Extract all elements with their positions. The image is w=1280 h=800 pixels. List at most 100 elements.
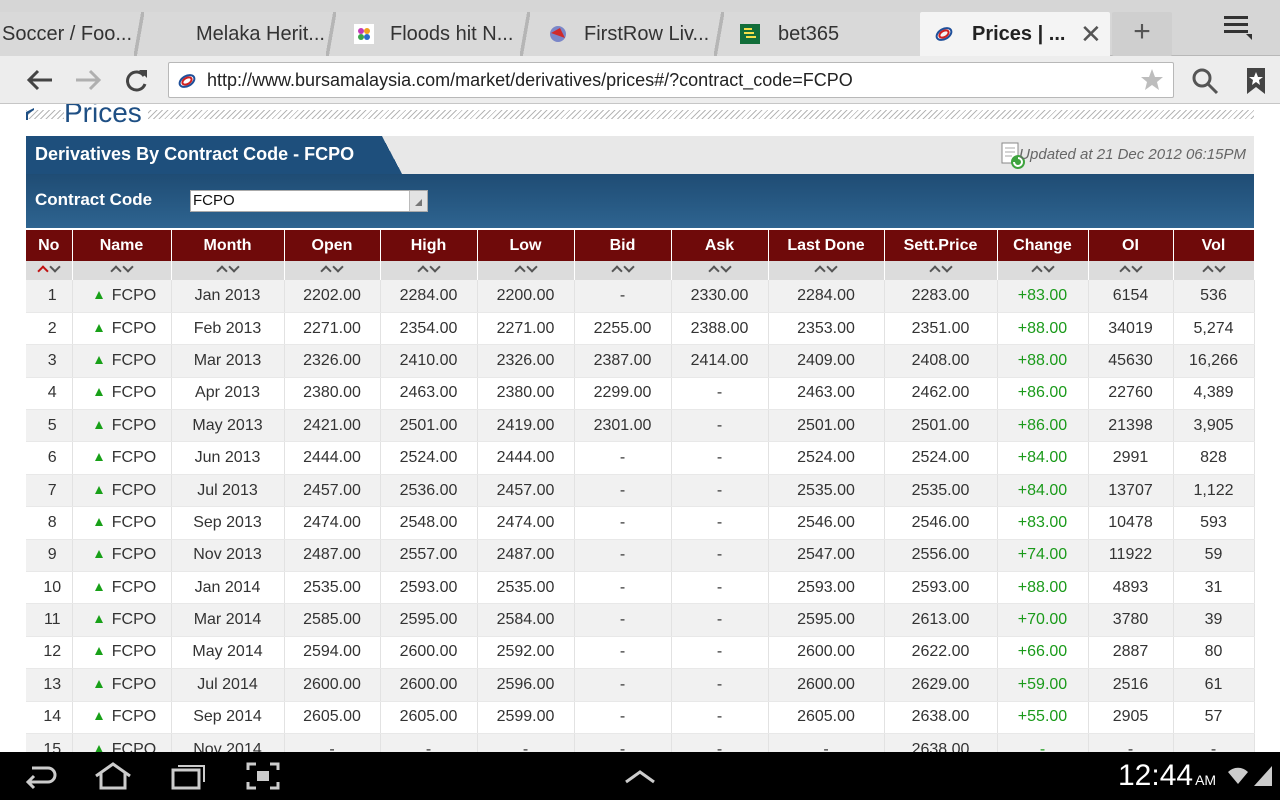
tab-prices[interactable]: Prices | ... ✕ xyxy=(920,12,1110,56)
tab-title: Prices | ... xyxy=(972,23,1066,45)
clock: 12:44 AM xyxy=(1118,756,1216,800)
table-row: 6 FCPO Jun 2013 2444.00 2524.00 2444.00- -2524… xyxy=(26,441,1255,475)
table-cell: - xyxy=(671,571,769,605)
contract-name-cell: FCPO xyxy=(72,441,172,475)
column-header[interactable]: High xyxy=(380,230,478,261)
table-cell: 2326.00 xyxy=(477,344,575,378)
table-cell: 10478 xyxy=(1088,506,1174,540)
table-cell: - xyxy=(574,701,672,734)
table-cell: 2546.00 xyxy=(884,506,998,540)
contract-name: FCPO xyxy=(111,286,157,304)
table-cell: - xyxy=(671,409,769,443)
column-header[interactable]: No xyxy=(26,230,73,261)
table-cell: 31 xyxy=(1173,571,1255,605)
column-header[interactable]: Open xyxy=(284,230,381,261)
table-cell: 2462.00 xyxy=(884,377,998,411)
column-header[interactable]: Bid xyxy=(574,230,672,261)
table-cell: 2271.00 xyxy=(284,312,381,346)
close-tab-icon[interactable]: ✕ xyxy=(1080,12,1102,56)
table-cell: +59.00 xyxy=(997,668,1089,702)
bet365-favicon-icon xyxy=(740,24,760,44)
column-header[interactable]: Low xyxy=(477,230,575,261)
table-row: 8 FCPO Sep 2013 2474.00 2548.00 2474.00- -2546… xyxy=(26,506,1255,540)
sort-arrows-icon[interactable] xyxy=(926,260,956,277)
table-cell: 2991 xyxy=(1088,441,1174,475)
table-cell: Mar 2014 xyxy=(171,603,285,637)
table-cell: 2284.00 xyxy=(768,280,885,313)
sort-arrows-icon[interactable] xyxy=(1199,260,1229,277)
table-cell: 2594.00 xyxy=(284,636,381,670)
screenshot-icon[interactable] xyxy=(246,762,280,790)
column-header[interactable]: Name xyxy=(72,230,172,261)
table-row: 9 FCPO Nov 2013 2487.00 2557.00 2487.00- -2547… xyxy=(26,539,1255,573)
page-title: Prices xyxy=(64,104,148,128)
new-tab-button[interactable]: + xyxy=(1112,12,1172,56)
sort-arrows-icon[interactable] xyxy=(1116,260,1146,277)
sort-arrows-icon[interactable] xyxy=(34,260,64,277)
column-header[interactable]: Last Done xyxy=(768,230,885,261)
url-field[interactable]: http://www.bursamalaysia.com/market/deri… xyxy=(168,62,1174,98)
contract-name: FCPO xyxy=(111,481,157,499)
table-cell: 16,266 xyxy=(1173,344,1255,378)
column-header[interactable]: Ask xyxy=(671,230,769,261)
tab-melaka[interactable]: Melaka Herit... xyxy=(144,12,336,56)
sort-arrows-icon[interactable] xyxy=(1028,260,1058,277)
table-cell: - xyxy=(1173,733,1255,752)
tab-soccer[interactable]: Soccer / Foo... xyxy=(0,12,144,56)
menu-icon[interactable] xyxy=(1210,8,1262,48)
up-trend-icon xyxy=(94,420,103,429)
table-cell: 4 xyxy=(26,377,73,411)
table-cell: 2595.00 xyxy=(380,603,478,637)
table-cell: 2905 xyxy=(1088,701,1174,734)
caret-up-icon[interactable] xyxy=(622,762,658,790)
sort-arrows-icon[interactable] xyxy=(213,260,243,277)
table-cell: Sep 2014 xyxy=(171,701,285,734)
contract-name-cell: FCPO xyxy=(72,506,172,540)
reload-icon[interactable] xyxy=(118,64,154,96)
home-icon[interactable] xyxy=(92,762,134,790)
column-header[interactable]: Sett.Price xyxy=(884,230,998,261)
sort-cell xyxy=(884,260,998,280)
column-header[interactable]: Month xyxy=(171,230,285,261)
contract-name-cell: FCPO xyxy=(72,344,172,378)
sort-cell xyxy=(574,260,672,280)
table-cell: 2410.00 xyxy=(380,344,478,378)
column-header[interactable]: OI xyxy=(1088,230,1174,261)
sort-arrows-icon[interactable] xyxy=(811,260,841,277)
back-arrow-icon[interactable] xyxy=(22,64,58,96)
table-cell: 2463.00 xyxy=(768,377,885,411)
forward-arrow-icon[interactable] xyxy=(70,64,106,96)
sort-arrows-icon[interactable] xyxy=(414,260,444,277)
back-icon[interactable] xyxy=(22,762,58,790)
recent-apps-icon[interactable] xyxy=(170,762,206,790)
tab-separator xyxy=(134,12,144,56)
contract-name-cell: FCPO xyxy=(72,539,172,573)
search-icon[interactable] xyxy=(1190,66,1220,96)
table-cell: 45630 xyxy=(1088,344,1174,378)
dropdown-arrow-icon[interactable] xyxy=(409,191,427,211)
contract-name-cell: FCPO xyxy=(72,377,172,411)
contract-code-select[interactable]: FCPO xyxy=(190,190,428,212)
column-header[interactable]: Vol xyxy=(1173,230,1255,261)
column-header[interactable]: Change xyxy=(997,230,1089,261)
contract-name: FCPO xyxy=(111,351,157,369)
sort-arrows-icon[interactable] xyxy=(705,260,735,277)
table-cell: 11 xyxy=(26,603,73,637)
table-cell: +88.00 xyxy=(997,312,1089,346)
tab-floods[interactable]: Floods hit N... xyxy=(336,12,530,56)
sort-arrows-icon[interactable] xyxy=(107,260,137,277)
star-icon[interactable] xyxy=(1139,67,1165,93)
table-cell: 2408.00 xyxy=(884,344,998,378)
tab-firstrow[interactable]: FirstRow Liv... xyxy=(530,12,724,56)
bookmarks-icon[interactable] xyxy=(1242,66,1270,96)
table-cell: 2600.00 xyxy=(768,668,885,702)
browser-tab-bar: Soccer / Foo... Melaka Herit... Floods h… xyxy=(0,0,1280,56)
table-cell: 4,389 xyxy=(1173,377,1255,411)
sort-arrows-icon[interactable] xyxy=(317,260,347,277)
tab-bet365[interactable]: bet365 xyxy=(724,12,920,56)
table-cell: 2271.00 xyxy=(477,312,575,346)
table-cell: 2596.00 xyxy=(477,668,575,702)
sort-arrows-icon[interactable] xyxy=(608,260,638,277)
sort-arrows-icon[interactable] xyxy=(511,260,541,277)
table-cell: 2474.00 xyxy=(477,506,575,540)
